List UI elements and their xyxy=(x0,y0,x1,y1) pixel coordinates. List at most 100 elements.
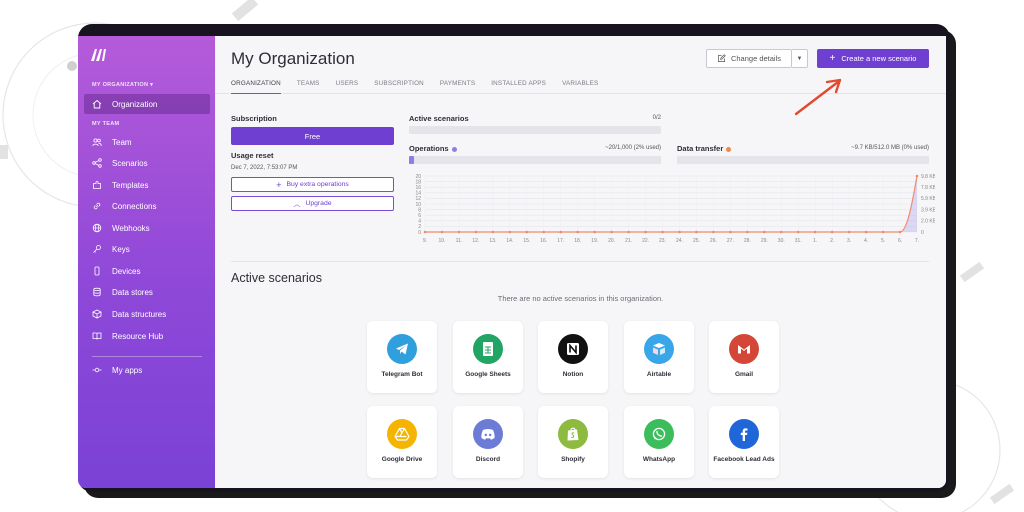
operations-point xyxy=(830,230,834,234)
x-tick-label: 4. xyxy=(864,238,868,244)
tab-users[interactable]: USERS xyxy=(336,80,359,94)
sidebar-item-label: Organization xyxy=(112,99,158,109)
change-details-dropdown[interactable]: ▼ xyxy=(792,49,808,68)
y-tick-label: 0 xyxy=(418,230,421,236)
operations-stat-value: ~20/1,000 (2% used) xyxy=(605,145,661,151)
x-tick-label: 23. xyxy=(659,238,666,244)
sidebar-item-keys[interactable]: Keys xyxy=(84,239,210,259)
app-tile-label: Airtable xyxy=(646,371,672,378)
app-tile-label: Gmail xyxy=(734,371,754,378)
annotation-arrow-icon xyxy=(794,78,842,116)
buy-extra-operations-button[interactable]: + Buy extra operations xyxy=(231,177,394,192)
sidebar-item-team[interactable]: Team xyxy=(84,132,210,152)
gmail-icon xyxy=(729,334,759,364)
operations-point xyxy=(559,230,563,234)
operations-point xyxy=(610,230,613,234)
link-icon xyxy=(92,201,102,211)
active-scenarios-bar xyxy=(409,126,661,134)
app-tile-label: WhatsApp xyxy=(642,456,676,463)
tab-payments[interactable]: PAYMENTS xyxy=(440,80,475,94)
operations-point xyxy=(796,230,800,234)
app-tile-facebook-lead-ads[interactable]: Facebook Lead Ads xyxy=(709,406,779,478)
database-icon xyxy=(92,287,102,297)
section-divider xyxy=(231,261,929,262)
x-tick-label: 16. xyxy=(540,238,547,244)
app-tile-shopify[interactable]: Shopify xyxy=(538,406,608,478)
operations-point xyxy=(474,230,478,234)
tab-variables[interactable]: VARIABLES xyxy=(562,80,598,94)
app-tile-telegram-bot[interactable]: Telegram Bot xyxy=(367,321,437,393)
home-icon xyxy=(92,99,102,109)
tab-teams[interactable]: TEAMS xyxy=(297,80,320,94)
data-transfer-dot-icon xyxy=(726,146,732,152)
app-tile-label: Discord xyxy=(475,456,501,463)
sidebar-item-devices[interactable]: Devices xyxy=(84,261,210,281)
sidebar-item-organization[interactable]: Organization xyxy=(84,94,210,114)
x-tick-label: 11. xyxy=(456,238,463,244)
operations-point xyxy=(712,230,715,234)
tab-bar: ORGANIZATION TEAMS USERS SUBSCRIPTION PA… xyxy=(231,80,614,94)
page-title: My Organization xyxy=(231,49,355,68)
active-scenarios-stat-label: Active scenarios xyxy=(409,114,469,123)
operations-point xyxy=(763,230,766,234)
operations-point xyxy=(644,230,647,234)
y2-tick-label: 0 xyxy=(921,230,924,236)
app-tile-notion[interactable]: Notion xyxy=(538,321,608,393)
operations-point xyxy=(423,230,427,234)
create-scenario-button[interactable]: + Create a new scenario xyxy=(817,49,929,68)
users-icon xyxy=(92,137,102,147)
sidebar-item-label: Devices xyxy=(112,266,141,276)
y2-tick-label: 3.9 KB xyxy=(921,207,935,213)
sidebar-item-webhooks[interactable]: Webhooks xyxy=(84,218,210,238)
sidebar-item-resource-hub[interactable]: Resource Hub xyxy=(84,326,210,346)
y2-tick-label: 7.8 KB xyxy=(921,185,935,191)
plan-free-button[interactable]: Free xyxy=(231,127,394,145)
team-label: MY TEAM xyxy=(92,121,120,127)
sidebar-item-connections[interactable]: Connections xyxy=(84,196,210,216)
usage-reset-label: Usage reset xyxy=(231,151,274,160)
app-tile-gmail[interactable]: Gmail xyxy=(709,321,779,393)
tab-organization[interactable]: ORGANIZATION xyxy=(231,80,281,94)
change-details-label: Change details xyxy=(730,54,782,63)
app-tile-google-sheets[interactable]: Google Sheets xyxy=(453,321,523,393)
operations-dot-icon xyxy=(451,146,457,152)
sidebar-item-data-stores[interactable]: Data stores xyxy=(84,282,210,302)
sidebar-item-scenarios[interactable]: Scenarios xyxy=(84,153,210,173)
operations-point xyxy=(898,230,902,234)
make-logo-icon[interactable] xyxy=(90,48,110,62)
operations-point xyxy=(881,230,885,234)
sidebar-item-my-apps[interactable]: My apps xyxy=(84,360,210,380)
google-drive-icon xyxy=(387,419,417,449)
airtable-icon xyxy=(644,334,674,364)
x-tick-label: 1. xyxy=(813,238,817,244)
operations-point xyxy=(678,230,681,234)
app-tile-google-drive[interactable]: Google Drive xyxy=(367,406,437,478)
organization-selector[interactable]: MY ORGANIZATION ▾ xyxy=(92,82,153,88)
puzzle-icon xyxy=(92,180,102,190)
x-tick-label: 17. xyxy=(557,238,564,244)
operations-point xyxy=(813,230,817,234)
sidebar-item-label: Resource Hub xyxy=(112,331,164,341)
x-tick-label: 10. xyxy=(438,238,445,244)
operations-point xyxy=(491,230,495,234)
app-tile-whatsapp[interactable]: WhatsApp xyxy=(624,406,694,478)
sidebar-item-data-structures[interactable]: Data structures xyxy=(84,304,210,324)
operations-point xyxy=(847,230,851,234)
app-tile-label: Facebook Lead Ads xyxy=(713,456,775,463)
upgrade-button[interactable]: ︿ Upgrade xyxy=(231,196,394,211)
operations-bar xyxy=(409,156,661,164)
tab-subscription[interactable]: SUBSCRIPTION xyxy=(374,80,424,94)
buy-extra-label: Buy extra operations xyxy=(286,181,349,188)
app-tile-label: Telegram Bot xyxy=(381,371,423,378)
x-tick-label: 9. xyxy=(423,238,427,244)
sidebar-item-templates[interactable]: Templates xyxy=(84,175,210,195)
app-tile-airtable[interactable]: Airtable xyxy=(624,321,694,393)
change-details-button[interactable]: Change details xyxy=(706,49,792,68)
phone-icon xyxy=(92,266,102,276)
globe-icon xyxy=(92,223,102,233)
tab-installed-apps[interactable]: INSTALLED APPS xyxy=(491,80,546,94)
app-tile-label: Shopify xyxy=(561,456,585,463)
app-tile-discord[interactable]: Discord xyxy=(453,406,523,478)
book-icon xyxy=(92,331,102,341)
sidebar-item-label: Scenarios xyxy=(112,158,148,168)
